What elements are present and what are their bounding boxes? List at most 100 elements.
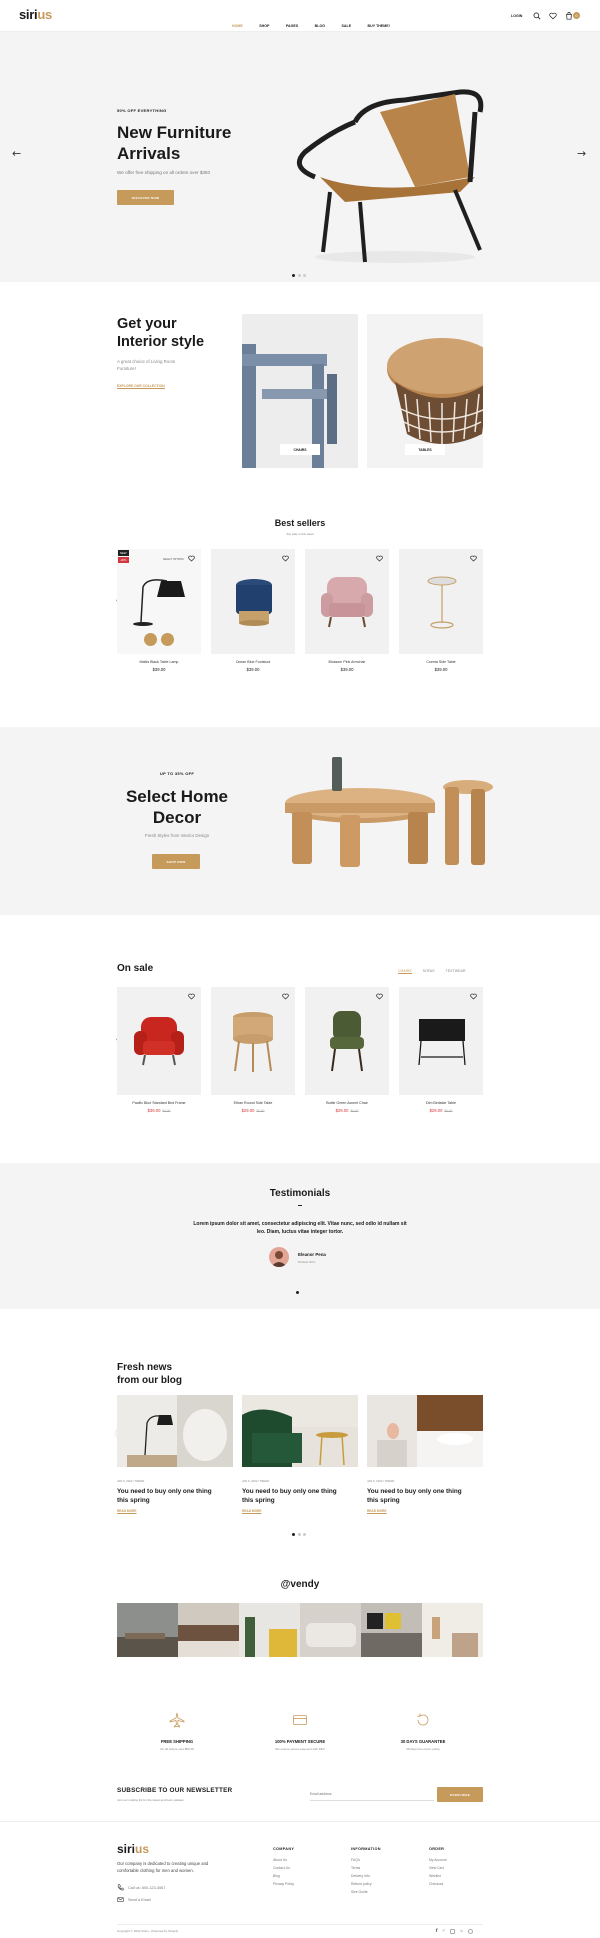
slider-dot[interactable]	[292, 1533, 296, 1536]
wishlist-heart-icon[interactable]	[188, 993, 195, 1000]
footer-link[interactable]: Blog	[273, 1872, 294, 1880]
cart-icon[interactable]	[565, 12, 573, 20]
product-name[interactable]: Ocean Blue Footstool	[211, 660, 295, 664]
product-card[interactable]: NEW -20% SELECT OPTIONS Mattis Black Tab…	[117, 549, 201, 672]
slider-dot[interactable]	[296, 1291, 300, 1294]
tables-label[interactable]: TABLES	[405, 444, 445, 455]
linkedin-icon[interactable]: in	[460, 1928, 463, 1934]
slider-dot[interactable]	[302, 274, 306, 277]
login-link[interactable]: LOGIN	[511, 14, 522, 18]
nav-pages[interactable]: PAGES	[286, 24, 298, 28]
product-card[interactable]: Ethan Round Side Table $29.00 $0.00	[211, 987, 295, 1113]
wishlist-heart-icon[interactable]	[376, 555, 383, 562]
heart-icon[interactable]	[549, 12, 557, 20]
wishlist-heart-icon[interactable]	[282, 555, 289, 562]
read-more-link[interactable]: READ MORE	[242, 1509, 358, 1513]
product-card[interactable]: Blossom Pink Armchair $39.00	[305, 549, 389, 672]
footer-email[interactable]: Send a Email	[117, 1896, 151, 1903]
hero-discover-button[interactable]: DISCOVER NOW	[117, 190, 174, 205]
slider-dot[interactable]	[302, 1533, 306, 1536]
blog-image[interactable]	[117, 1395, 233, 1467]
dribbble-icon[interactable]	[468, 1928, 474, 1934]
footer-link[interactable]: Privacy Policy	[273, 1880, 294, 1888]
tab-textwear[interactable]: TEXTWEAR	[446, 969, 466, 973]
product-card[interactable]: Cuenta Side Table $39.00	[399, 549, 483, 672]
instagram-photo[interactable]	[117, 1603, 178, 1657]
instagram-handle[interactable]: @vendy	[0, 1579, 600, 1590]
wishlist-heart-icon[interactable]	[188, 555, 195, 562]
product-image[interactable]	[117, 987, 201, 1095]
interior-explore-link[interactable]: EXPLORE OUR COLLECTION	[117, 384, 165, 389]
tab-chairs[interactable]: CHAIRS	[398, 969, 412, 974]
blog-card[interactable]: JAN 6, 2022 / TREND You need to buy only…	[242, 1395, 358, 1513]
blog-image[interactable]	[242, 1395, 358, 1467]
footer-link[interactable]: View Cart	[429, 1864, 447, 1872]
wishlist-heart-icon[interactable]	[282, 993, 289, 1000]
product-card[interactable]: Ocean Blue Footstool $39.00	[211, 549, 295, 672]
product-card[interactable]: Bottle Green Accent Chair $29.00 $0.00	[305, 987, 389, 1113]
logo[interactable]: sirius	[19, 7, 52, 22]
select-options-label[interactable]: SELECT OPTIONS	[163, 558, 184, 561]
subscribe-button[interactable]: SUBSCRIBE	[437, 1787, 483, 1802]
product-image[interactable]	[211, 549, 295, 654]
footer-phone[interactable]: Call us: 800-123-4567	[117, 1884, 165, 1891]
product-name[interactable]: Bottle Green Accent Chair	[305, 1101, 389, 1105]
search-icon[interactable]	[533, 12, 541, 20]
footer-link[interactable]: Wishlist	[429, 1872, 447, 1880]
footer-link[interactable]: My Account	[429, 1856, 447, 1864]
pinterest-icon[interactable]: P	[443, 1928, 446, 1934]
tab-sofas[interactable]: SOFAS	[423, 969, 435, 973]
instagram-photo[interactable]	[239, 1603, 300, 1657]
instagram-photo[interactable]	[361, 1603, 422, 1657]
nav-blog[interactable]: BLOG	[315, 24, 325, 28]
product-image[interactable]	[399, 987, 483, 1095]
instagram-photo[interactable]	[178, 1603, 239, 1657]
blog-card[interactable]: JAN 6, 2022 / TREND You need to buy only…	[117, 1395, 233, 1513]
blog-post-title[interactable]: You need to buy only one thing this spri…	[242, 1487, 358, 1505]
footer-link[interactable]: Contact Us	[273, 1864, 294, 1872]
nav-shop[interactable]: SHOP	[259, 24, 269, 28]
blog-post-title[interactable]: You need to buy only one thing this spri…	[117, 1487, 233, 1505]
nav-sale[interactable]: SALE	[342, 24, 352, 28]
instagram-photo[interactable]	[300, 1603, 361, 1657]
chairs-label[interactable]: CHAIRS	[280, 444, 320, 455]
product-name[interactable]: Pacific Blue Standard Bed Frame	[117, 1101, 201, 1105]
blog-card[interactable]: JAN 6, 2022 / TREND You need to buy only…	[367, 1395, 483, 1513]
hero-next-arrow[interactable]: →	[577, 147, 586, 160]
slider-dot[interactable]	[297, 1533, 301, 1536]
quick-view-button[interactable]	[161, 633, 174, 646]
blog-post-title[interactable]: You need to buy only one thing this spri…	[367, 1487, 483, 1505]
product-image[interactable]	[399, 549, 483, 654]
facebook-icon[interactable]: f	[436, 1928, 438, 1934]
product-card[interactable]: Pacific Blue Standard Bed Frame $39.00 $0…	[117, 987, 201, 1113]
instagram-photo[interactable]	[422, 1603, 483, 1657]
product-name[interactable]: Cuenta Side Table	[399, 660, 483, 664]
wishlist-heart-icon[interactable]	[376, 993, 383, 1000]
product-name[interactable]: Dim Bedside Table	[399, 1101, 483, 1105]
nav-home[interactable]: HOME	[232, 24, 243, 28]
product-image[interactable]: NEW -20% SELECT OPTIONS	[117, 549, 201, 654]
blog-image[interactable]	[367, 1395, 483, 1467]
footer-link[interactable]: FAQ's	[351, 1856, 381, 1864]
product-name[interactable]: Ethan Round Side Table	[211, 1101, 295, 1105]
footer-link[interactable]: Refund policy	[351, 1880, 381, 1888]
footer-link[interactable]: Checkout	[429, 1880, 447, 1888]
promo-shop-button[interactable]: SHOP NOW	[152, 854, 200, 869]
footer-link[interactable]: Size Guide	[351, 1888, 381, 1896]
product-image[interactable]	[211, 987, 295, 1095]
newsletter-email-input[interactable]	[310, 1787, 434, 1801]
wishlist-heart-icon[interactable]	[470, 555, 477, 562]
product-name[interactable]: Mattis Black Table Lamp	[117, 660, 201, 664]
footer-link[interactable]: About Us	[273, 1856, 294, 1864]
instagram-icon[interactable]	[450, 1928, 456, 1934]
hero-prev-arrow[interactable]: ←	[12, 147, 21, 160]
category-card-tables[interactable]: TABLES	[367, 314, 483, 468]
nav-buy-theme[interactable]: BUY THEME!	[368, 24, 390, 28]
wishlist-heart-icon[interactable]	[470, 993, 477, 1000]
footer-link[interactable]: Delivery Info	[351, 1872, 381, 1880]
footer-link[interactable]: Terms	[351, 1864, 381, 1872]
product-image[interactable]	[305, 987, 389, 1095]
read-more-link[interactable]: READ MORE	[117, 1509, 233, 1513]
read-more-link[interactable]: READ MORE	[367, 1509, 483, 1513]
slider-dot[interactable]	[292, 274, 296, 277]
